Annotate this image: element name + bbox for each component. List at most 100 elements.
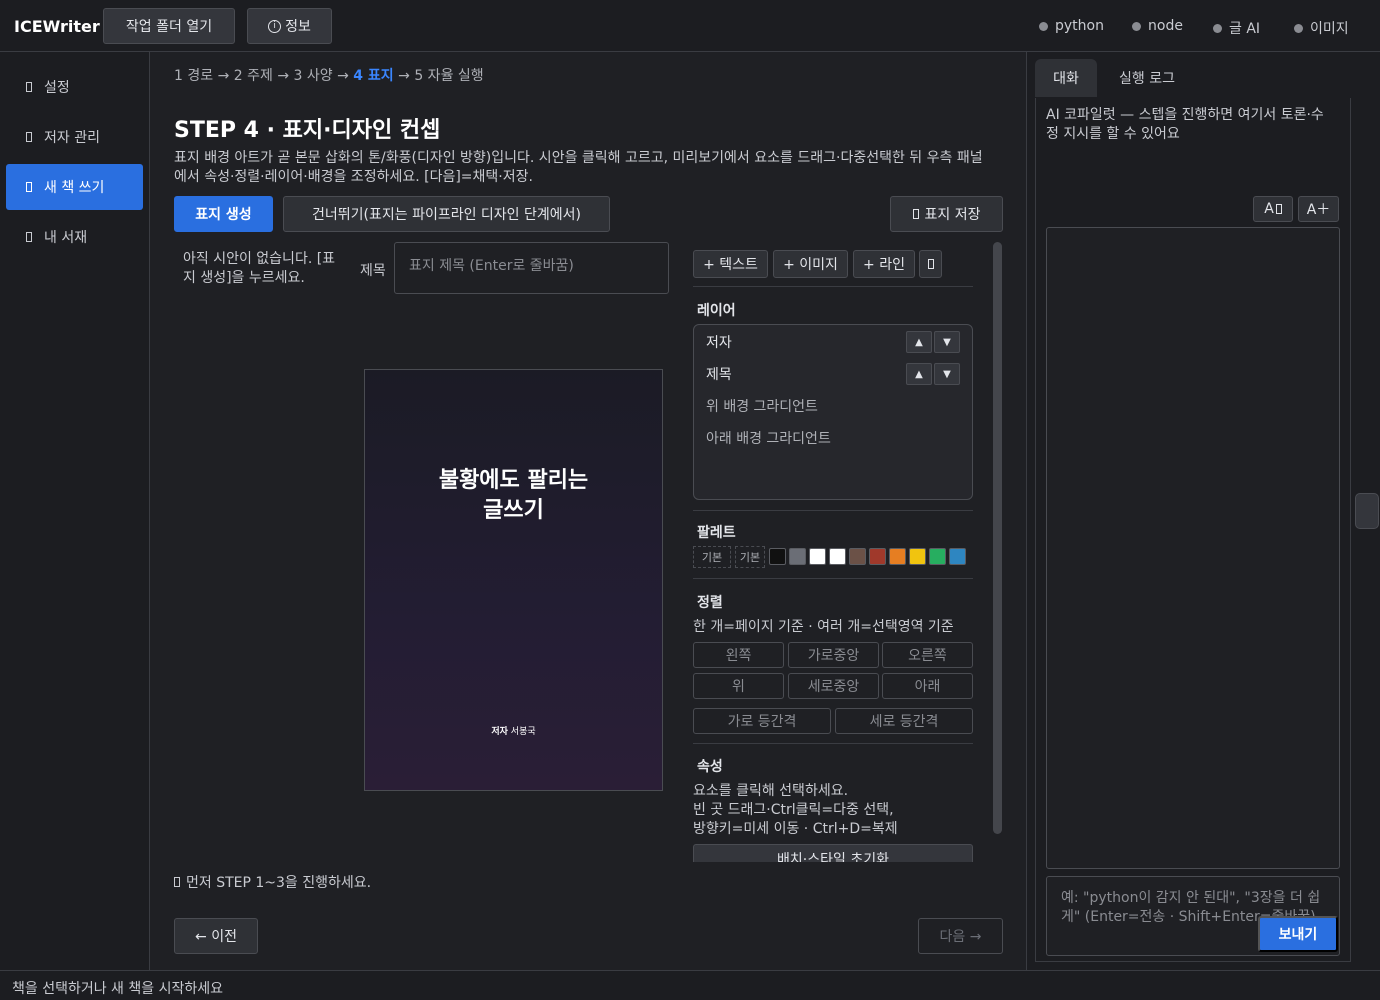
layers-list: 저자 ▲ ▼ 제목 ▲ ▼ 위 배경 그라디언트 아래 배경 그라디언트 (693, 324, 973, 500)
palette-swatch[interactable] (829, 548, 846, 565)
distribute-horizontal-button[interactable]: 가로 등간격 (693, 708, 831, 734)
palette-swatch[interactable] (929, 548, 946, 565)
cover-author[interactable]: 저자 서봉국 (365, 724, 662, 737)
cover-preview[interactable]: 불황에도 팔리는 글쓰기 저자 서봉국 (364, 369, 663, 791)
sidebar-item-label: 내 서재 (44, 230, 88, 246)
prerequisite-notice: 먼저 STEP 1~3을 진행하세요. (174, 872, 371, 892)
skip-button[interactable]: 건너뛰기(표지는 파이프라인 디자인 단계에서) (283, 196, 610, 232)
info-icon: i (268, 19, 282, 33)
palette-swatch[interactable] (769, 548, 786, 565)
breadcrumb-step-1[interactable]: 1 경로 (174, 68, 213, 84)
palette-swatch[interactable] (869, 548, 886, 565)
cover-title-line: 글쓰기 (483, 498, 544, 523)
cover-title-line: 불황에도 팔리는 (438, 468, 589, 493)
status-bar: 책을 선택하거나 새 책을 시작하세요 (0, 970, 1380, 1000)
font-smaller-button[interactable]: A (1253, 196, 1293, 222)
align-left-button[interactable]: 왼쪽 (693, 642, 784, 668)
status-node: node (1132, 18, 1183, 34)
info-button[interactable]: i 정보 (247, 8, 332, 44)
breadcrumb-step-5[interactable]: 5 자율 실행 (414, 68, 483, 84)
breadcrumb-arrow: → (277, 68, 290, 84)
add-image-button[interactable]: + 이미지 (773, 250, 848, 278)
cover-title-input[interactable]: 표지 제목 (Enter로 줄바꿈) (394, 242, 669, 294)
layer-item[interactable]: 저자 (706, 332, 732, 352)
sidebar-item-authors[interactable]: 저자 관리 (6, 114, 143, 160)
palette-swatch[interactable] (809, 548, 826, 565)
move-up-icon[interactable]: ▲ (906, 363, 932, 385)
align-top-button[interactable]: 위 (693, 673, 784, 699)
palette-tag[interactable]: 기본 (735, 546, 765, 568)
properties-hint: 빈 곳 드래그·Ctrl클릭=다중 선택, (693, 802, 894, 818)
cover-author-name: 서봉국 (510, 727, 536, 737)
more-tool-button[interactable] (919, 250, 942, 278)
layers-heading: 레이어 (697, 303, 736, 319)
tab-chat[interactable]: 대화 (1035, 59, 1097, 97)
sidebar-item-new-book[interactable]: 새 책 쓰기 (6, 164, 143, 210)
sidebar-item-label: 새 책 쓰기 (44, 180, 105, 196)
reset-layout-button[interactable]: 배치·스타일 초기화 (693, 844, 973, 862)
divider (693, 510, 973, 511)
align-hint: 한 개=페이지 기준 · 여러 개=선택영역 기준 (693, 619, 954, 635)
open-folder-button[interactable]: 작업 폴더 열기 (103, 8, 235, 44)
status-dot-icon (1294, 23, 1303, 33)
cover-title[interactable]: 불황에도 팔리는 글쓰기 (365, 466, 662, 526)
palette-swatch[interactable] (849, 548, 866, 565)
info-button-label: 정보 (285, 19, 311, 35)
prev-button[interactable]: ← 이전 (174, 918, 258, 954)
properties-hint: 방향키=미세 이동 · Ctrl+D=복제 (693, 821, 898, 837)
sidebar-item-settings[interactable]: 설정 (6, 64, 143, 110)
font-smaller-label: A (1264, 201, 1274, 217)
library-icon (26, 232, 32, 242)
sidebar-item-label: 저자 관리 (44, 130, 100, 146)
palette-swatch[interactable] (789, 548, 806, 565)
breadcrumb: 1 경로 → 2 주제 → 3 사양 → 4 표지 → 5 자율 실행 (174, 65, 484, 85)
next-button[interactable]: 다음 → (918, 918, 1003, 954)
step-description: 표지 배경 아트가 곧 본문 삽화의 톤/화풍(디자인 방향)입니다. 시안을 … (174, 150, 983, 185)
more-icon (927, 259, 934, 269)
layer-item[interactable]: 제목 (706, 364, 732, 384)
panel-resize-handle[interactable] (1355, 493, 1379, 529)
breadcrumb-arrow: → (337, 68, 349, 84)
drafts-empty-message: 아직 시안이 없습니다. [표지 생성]을 누르세요. (183, 251, 336, 286)
add-text-button[interactable]: + 텍스트 (693, 250, 768, 278)
palette-swatch[interactable] (909, 548, 926, 565)
palette-tag[interactable]: 기본 (693, 546, 731, 568)
align-heading: 정렬 (697, 595, 723, 611)
breadcrumb-step-4[interactable]: 4 표지 (353, 68, 393, 84)
breadcrumb-step-2[interactable]: 2 주제 (234, 68, 273, 84)
font-larger-button[interactable]: A＋ (1298, 196, 1339, 222)
tab-run-log[interactable]: 실행 로그 (1107, 59, 1187, 97)
breadcrumb-step-3[interactable]: 3 사양 (294, 68, 333, 84)
layer-item[interactable]: 아래 배경 그라디언트 (706, 428, 831, 448)
new-book-icon (26, 182, 32, 192)
chat-messages (1046, 227, 1340, 869)
save-cover-button[interactable]: 표지 저장 (890, 196, 1003, 232)
status-label: node (1148, 18, 1183, 34)
align-vcenter-button[interactable]: 세로중앙 (788, 673, 879, 699)
status-label: python (1055, 18, 1104, 34)
sidebar-item-library[interactable]: 내 서재 (6, 214, 143, 260)
layer-item[interactable]: 위 배경 그라디언트 (706, 396, 818, 416)
align-right-button[interactable]: 오른쪽 (882, 642, 973, 668)
status-image: 이미지 (1294, 18, 1349, 38)
move-down-icon[interactable]: ▼ (934, 363, 960, 385)
save-cover-label: 표지 저장 (924, 207, 981, 223)
editor-scrollbar[interactable] (993, 242, 1002, 834)
notice-icon (174, 877, 180, 887)
save-icon (912, 209, 919, 219)
palette-swatch[interactable] (889, 548, 906, 565)
move-down-icon[interactable]: ▼ (934, 331, 960, 353)
status-text-ai: 글 AI (1213, 18, 1260, 38)
align-hcenter-button[interactable]: 가로중앙 (788, 642, 879, 668)
send-button[interactable]: 보내기 (1258, 916, 1338, 952)
app-title: ICEWriter (14, 17, 100, 36)
palette-swatch[interactable] (949, 548, 966, 565)
divider (693, 743, 973, 744)
status-bar-text: 책을 선택하거나 새 책을 시작하세요 (12, 981, 223, 997)
generate-cover-button[interactable]: 표지 생성 (174, 196, 273, 232)
distribute-vertical-button[interactable]: 세로 등간격 (835, 708, 973, 734)
status-dot-icon (1213, 23, 1222, 33)
add-line-button[interactable]: + 라인 (853, 250, 915, 278)
move-up-icon[interactable]: ▲ (906, 331, 932, 353)
align-bottom-button[interactable]: 아래 (882, 673, 973, 699)
